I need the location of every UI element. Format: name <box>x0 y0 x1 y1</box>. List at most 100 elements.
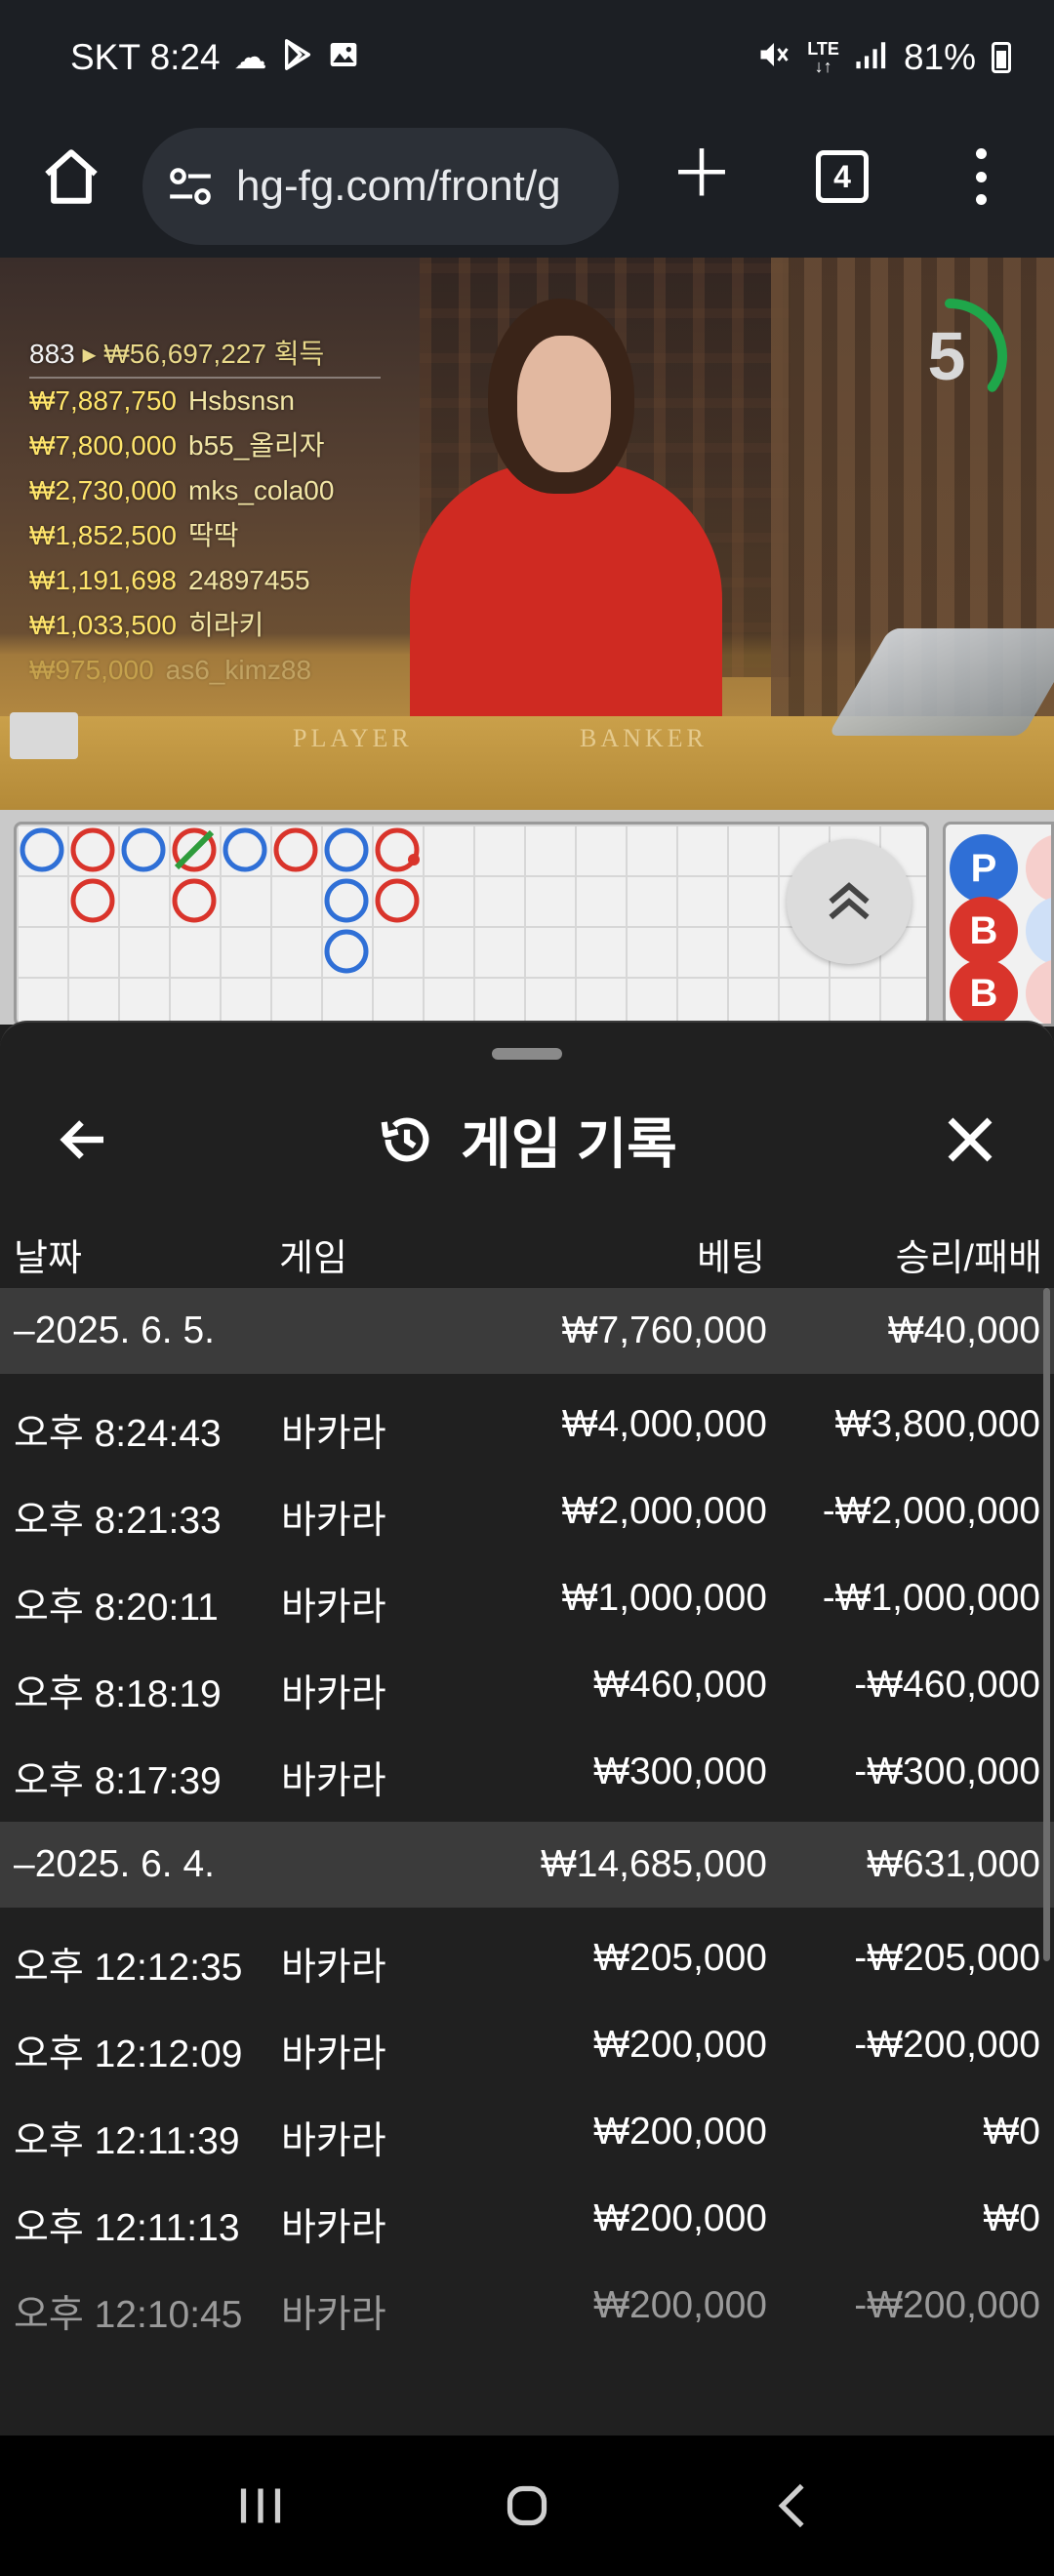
history-row[interactable]: 오후 12:12:35 바카라 ₩205,000 -₩205,000 <box>0 1915 1054 2002</box>
group-total-result: ₩40,000 <box>887 1309 1040 1351</box>
row-time: 오후 8:20:11 <box>14 1587 219 1629</box>
side-road: PBB <box>943 822 1054 1026</box>
home-icon <box>45 149 98 204</box>
expand-roadmap-button[interactable] <box>787 839 912 964</box>
date-group-row[interactable]: –2025. 6. 4. ₩14,685,000 ₩631,000 <box>0 1822 1054 1908</box>
winners-header: 883 ▸ ₩56,697,227 획득 <box>29 332 381 379</box>
column-bet: 베팅 <box>697 1238 765 1279</box>
history-column-headers: 날짜 게임 베팅 승리/패배 <box>0 1204 1054 1298</box>
signal-icon <box>855 39 888 76</box>
road-map: PBB <box>0 810 1054 1026</box>
live-video[interactable]: PLAYER BANKER 883 ▸ ₩56,697,227 획득 ₩7,88… <box>0 258 1054 810</box>
row-game: 바카라 <box>281 2294 386 2336</box>
winner-name: 딱딱 <box>188 520 239 550</box>
bead-banker <box>70 878 115 923</box>
row-game: 바카라 <box>281 1673 386 1715</box>
history-row[interactable]: 오후 8:20:11 바카라 ₩1,000,000 -₩1,000,000 <box>0 1555 1054 1642</box>
side-bead-player: P <box>950 834 1018 903</box>
history-row[interactable]: 오후 8:18:19 바카라 ₩460,000 -₩460,000 <box>0 1642 1054 1729</box>
date-group-row[interactable]: –2025. 6. 5. ₩7,760,000 ₩40,000 <box>0 1288 1054 1374</box>
group-total-bet: ₩14,685,000 <box>540 1843 767 1885</box>
site-settings-icon[interactable] <box>166 162 215 211</box>
back-nav-button[interactable] <box>759 2472 828 2540</box>
battery-icon <box>992 42 1011 73</box>
game-history-sheet: 게임 기록 날짜 게임 베팅 승리/패배 –2025. 6. 5. ₩7,760,… <box>0 1021 1054 2435</box>
winner-name: as6_kimz88 <box>165 655 312 685</box>
winner-row: ₩7,887,750 Hsbsnsn <box>29 379 381 423</box>
winner-name: 히라키 <box>188 610 264 640</box>
bead-banker <box>273 827 318 872</box>
row-bet: ₩460,000 <box>593 1664 767 1706</box>
carrier-time: SKT 8:24 <box>70 37 221 77</box>
row-bet: ₩2,000,000 <box>561 1490 767 1532</box>
new-tab-button[interactable]: ＋ <box>669 141 734 206</box>
address-bar[interactable]: hg-fg.com/front/g <box>142 128 619 245</box>
winners-list: 883 ▸ ₩56,697,227 획득 ₩7,887,750 Hsbsnsn ₩7… <box>29 332 381 693</box>
row-game: 바카라 <box>281 1587 386 1629</box>
history-row[interactable]: 오후 12:11:13 바카라 ₩200,000 ₩0 <box>0 2176 1054 2263</box>
group-date: –2025. 6. 5. <box>14 1309 216 1351</box>
recent-apps-icon <box>240 2488 280 2523</box>
history-row[interactable]: 오후 12:12:09 바카라 ₩200,000 -₩200,000 <box>0 2002 1054 2089</box>
sheet-header: 게임 기록 <box>0 1071 1054 1208</box>
winner-amount: ₩7,887,750 <box>29 385 177 416</box>
winner-row: ₩2,730,000 mks_cola00 <box>29 468 381 513</box>
row-result: -₩1,000,000 <box>822 1577 1040 1619</box>
row-time: 오후 12:10:45 <box>14 2294 243 2336</box>
row-bet: ₩200,000 <box>593 2024 767 2066</box>
history-list[interactable]: –2025. 6. 5. ₩7,760,000 ₩40,000 오후 8:24:43 바… <box>0 1288 1054 2435</box>
side-bead-banker: B <box>950 959 1018 1024</box>
lte-icon: LTE ↓↑ <box>807 39 839 76</box>
recent-apps-button[interactable] <box>226 2472 295 2540</box>
pair-dot <box>408 854 420 865</box>
home-button[interactable] <box>39 144 103 209</box>
system-nav-bar <box>0 2435 1054 2576</box>
play-store-icon <box>281 38 314 77</box>
chevron-left-icon <box>778 2483 804 2528</box>
home-circle-icon <box>507 2485 547 2526</box>
row-time: 오후 8:17:39 <box>14 1760 222 1802</box>
row-game: 바카라 <box>281 1947 386 1989</box>
row-bet: ₩200,000 <box>593 2197 767 2239</box>
history-row[interactable]: 오후 12:11:39 바카라 ₩200,000 ₩0 <box>0 2089 1054 2176</box>
winner-amount: ₩1,033,500 <box>29 610 177 640</box>
row-game: 바카라 <box>281 2033 386 2075</box>
row-result: -₩460,000 <box>854 1664 1040 1706</box>
history-row[interactable]: 오후 12:10:45 바카라 ₩200,000 -₩200,000 <box>0 2263 1054 2350</box>
row-bet: ₩200,000 <box>593 2284 767 2326</box>
group-total-bet: ₩7,760,000 <box>561 1309 767 1351</box>
winner-name: 24897455 <box>188 565 310 595</box>
history-scrollbar[interactable] <box>1043 1288 1050 1961</box>
close-button[interactable] <box>941 1110 999 1169</box>
winner-row: ₩7,800,000 b55_올리자 <box>29 423 381 468</box>
back-button[interactable] <box>55 1110 113 1169</box>
group-date: –2025. 6. 4. <box>14 1843 216 1885</box>
row-result: -₩300,000 <box>854 1751 1040 1792</box>
row-game: 바카라 <box>281 1413 386 1455</box>
side-bead-banker: B <box>950 897 1018 965</box>
group-total-result: ₩631,000 <box>867 1843 1040 1885</box>
row-game: 바카라 <box>281 1760 386 1802</box>
arrow-left-icon <box>60 1120 103 1159</box>
row-bet: ₩1,000,000 <box>561 1577 767 1619</box>
history-row[interactable]: 오후 8:24:43 바카라 ₩4,000,000 ₩3,800,000 <box>0 1382 1054 1469</box>
winner-amount: ₩975,000 <box>29 655 154 685</box>
more-menu-button[interactable] <box>966 142 995 211</box>
winner-row: ₩975,000 as6_kimz88 <box>29 648 381 693</box>
countdown-number: 5 <box>927 318 966 394</box>
row-result: -₩205,000 <box>854 1937 1040 1979</box>
sheet-title: 게임 기록 <box>461 1112 677 1175</box>
table-label-banker: BANKER <box>580 724 708 752</box>
home-nav-button[interactable] <box>493 2472 561 2540</box>
row-time: 오후 8:21:33 <box>14 1500 222 1542</box>
side-bead-next <box>1026 834 1051 903</box>
side-bead-next <box>1026 959 1051 1024</box>
tab-switcher-button[interactable]: 4 <box>816 150 869 203</box>
url-text: hg-fg.com/front/g <box>236 162 561 210</box>
history-row[interactable]: 오후 8:17:39 바카라 ₩300,000 -₩300,000 <box>0 1729 1054 1816</box>
history-row[interactable]: 오후 8:21:33 바카라 ₩2,000,000 -₩2,000,000 <box>0 1469 1054 1555</box>
bead-player <box>324 827 369 872</box>
image-icon <box>328 39 359 76</box>
double-chevron-up-icon <box>829 882 870 920</box>
sheet-drag-handle[interactable] <box>492 1048 562 1060</box>
